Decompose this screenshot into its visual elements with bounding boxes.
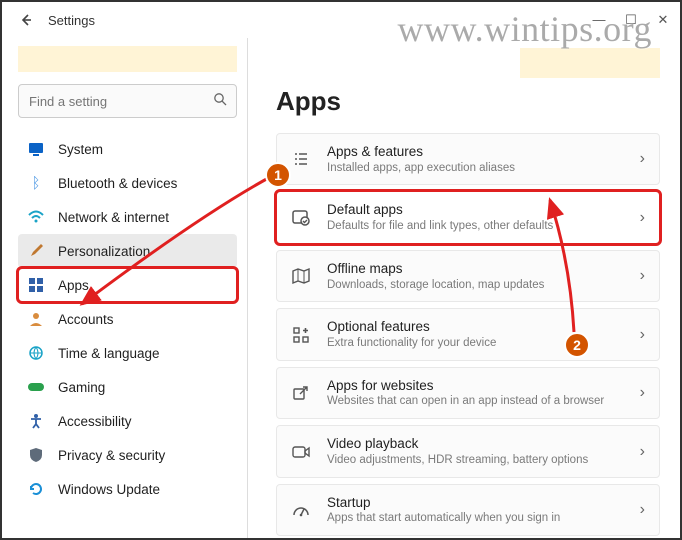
card-title: Optional features bbox=[327, 318, 640, 336]
globe-icon bbox=[26, 343, 46, 363]
sidebar-item-bluetooth[interactable]: ᛒ Bluetooth & devices bbox=[18, 166, 237, 200]
card-title: Default apps bbox=[327, 201, 640, 219]
cards-list: Apps & featuresInstalled apps, app execu… bbox=[276, 133, 660, 536]
update-icon bbox=[26, 479, 46, 499]
card-apps-websites[interactable]: Apps for websitesWebsites that can open … bbox=[276, 367, 660, 419]
nav-label: Accessibility bbox=[58, 414, 132, 429]
nav-label: Gaming bbox=[58, 380, 105, 395]
redacted-block bbox=[520, 48, 660, 78]
brush-icon bbox=[26, 241, 46, 261]
nav-label: Time & language bbox=[58, 346, 160, 361]
window-title: Settings bbox=[48, 13, 95, 28]
card-sub: Defaults for file and link types, other … bbox=[327, 219, 640, 234]
card-offline-maps[interactable]: Offline mapsDownloads, storage location,… bbox=[276, 250, 660, 302]
nav-label: Network & internet bbox=[58, 210, 169, 225]
nav-label: System bbox=[58, 142, 103, 157]
card-sub: Websites that can open in an app instead… bbox=[327, 394, 640, 409]
nav-label: Personalization bbox=[58, 244, 150, 259]
nav-label: Bluetooth & devices bbox=[58, 176, 177, 191]
shield-icon bbox=[26, 445, 46, 465]
nav-label: Accounts bbox=[58, 312, 114, 327]
sidebar-item-accounts[interactable]: Accounts bbox=[18, 302, 237, 336]
gauge-icon bbox=[289, 498, 313, 522]
gamepad-icon bbox=[26, 377, 46, 397]
search-wrap bbox=[18, 84, 237, 118]
sidebar-item-update[interactable]: Windows Update bbox=[18, 472, 237, 506]
share-icon bbox=[289, 381, 313, 405]
nav-label: Apps bbox=[58, 278, 89, 293]
chevron-right-icon: › bbox=[640, 150, 645, 168]
sidebar: System ᛒ Bluetooth & devices Network & i… bbox=[2, 38, 248, 538]
main-panel: Apps Apps & featuresInstalled apps, app … bbox=[248, 38, 680, 538]
card-sub: Installed apps, app execution aliases bbox=[327, 161, 640, 176]
card-sub: Downloads, storage location, map updates bbox=[327, 278, 640, 293]
card-optional-features[interactable]: Optional featuresExtra functionality for… bbox=[276, 308, 660, 360]
arrow-left-icon bbox=[19, 13, 33, 27]
page-title: Apps bbox=[276, 86, 660, 117]
minimize-button[interactable]: — bbox=[592, 12, 606, 28]
chevron-right-icon: › bbox=[640, 326, 645, 344]
accessibility-icon bbox=[26, 411, 46, 431]
card-video-playback[interactable]: Video playbackVideo adjustments, HDR str… bbox=[276, 425, 660, 477]
chevron-right-icon: › bbox=[640, 267, 645, 285]
chevron-right-icon: › bbox=[640, 384, 645, 402]
sidebar-item-accessibility[interactable]: Accessibility bbox=[18, 404, 237, 438]
annotation-badge-1: 1 bbox=[265, 162, 291, 188]
account-block bbox=[18, 46, 237, 72]
card-title: Startup bbox=[327, 494, 640, 512]
chevron-right-icon: › bbox=[640, 501, 645, 519]
annotation-badge-2: 2 bbox=[564, 332, 590, 358]
card-sub: Apps that start automatically when you s… bbox=[327, 511, 640, 526]
video-icon bbox=[289, 440, 313, 464]
back-button[interactable] bbox=[12, 6, 40, 34]
sidebar-item-gaming[interactable]: Gaming bbox=[18, 370, 237, 404]
card-title: Apps & features bbox=[327, 143, 640, 161]
maximize-button[interactable]: ☐ bbox=[624, 12, 638, 28]
sidebar-item-network[interactable]: Network & internet bbox=[18, 200, 237, 234]
card-title: Apps for websites bbox=[327, 377, 640, 395]
search-input[interactable] bbox=[18, 84, 237, 118]
card-title: Offline maps bbox=[327, 260, 640, 278]
sidebar-item-personalization[interactable]: Personalization bbox=[18, 234, 237, 268]
chevron-right-icon: › bbox=[640, 443, 645, 461]
window-controls: — ☐ ✕ bbox=[592, 12, 670, 28]
person-icon bbox=[26, 309, 46, 329]
system-icon bbox=[26, 139, 46, 159]
chevron-right-icon: › bbox=[640, 209, 645, 227]
nav-list: System ᛒ Bluetooth & devices Network & i… bbox=[18, 132, 237, 506]
apps-icon bbox=[26, 275, 46, 295]
close-button[interactable]: ✕ bbox=[656, 12, 670, 28]
search-icon bbox=[213, 92, 227, 110]
sidebar-item-system[interactable]: System bbox=[18, 132, 237, 166]
nav-label: Windows Update bbox=[58, 482, 160, 497]
titlebar: Settings — ☐ ✕ bbox=[2, 2, 680, 38]
card-sub: Extra functionality for your device bbox=[327, 336, 640, 351]
plus-grid-icon bbox=[289, 323, 313, 347]
sidebar-item-privacy[interactable]: Privacy & security bbox=[18, 438, 237, 472]
list-icon bbox=[289, 147, 313, 171]
default-apps-icon bbox=[289, 206, 313, 230]
sidebar-item-apps[interactable]: Apps bbox=[18, 268, 237, 302]
bluetooth-icon: ᛒ bbox=[26, 173, 46, 193]
card-apps-features[interactable]: Apps & featuresInstalled apps, app execu… bbox=[276, 133, 660, 185]
nav-label: Privacy & security bbox=[58, 448, 165, 463]
card-title: Video playback bbox=[327, 435, 640, 453]
sidebar-item-time[interactable]: Time & language bbox=[18, 336, 237, 370]
card-startup[interactable]: StartupApps that start automatically whe… bbox=[276, 484, 660, 536]
card-default-apps[interactable]: Default appsDefaults for file and link t… bbox=[276, 191, 660, 243]
card-sub: Video adjustments, HDR streaming, batter… bbox=[327, 453, 640, 468]
wifi-icon bbox=[26, 207, 46, 227]
map-icon bbox=[289, 264, 313, 288]
